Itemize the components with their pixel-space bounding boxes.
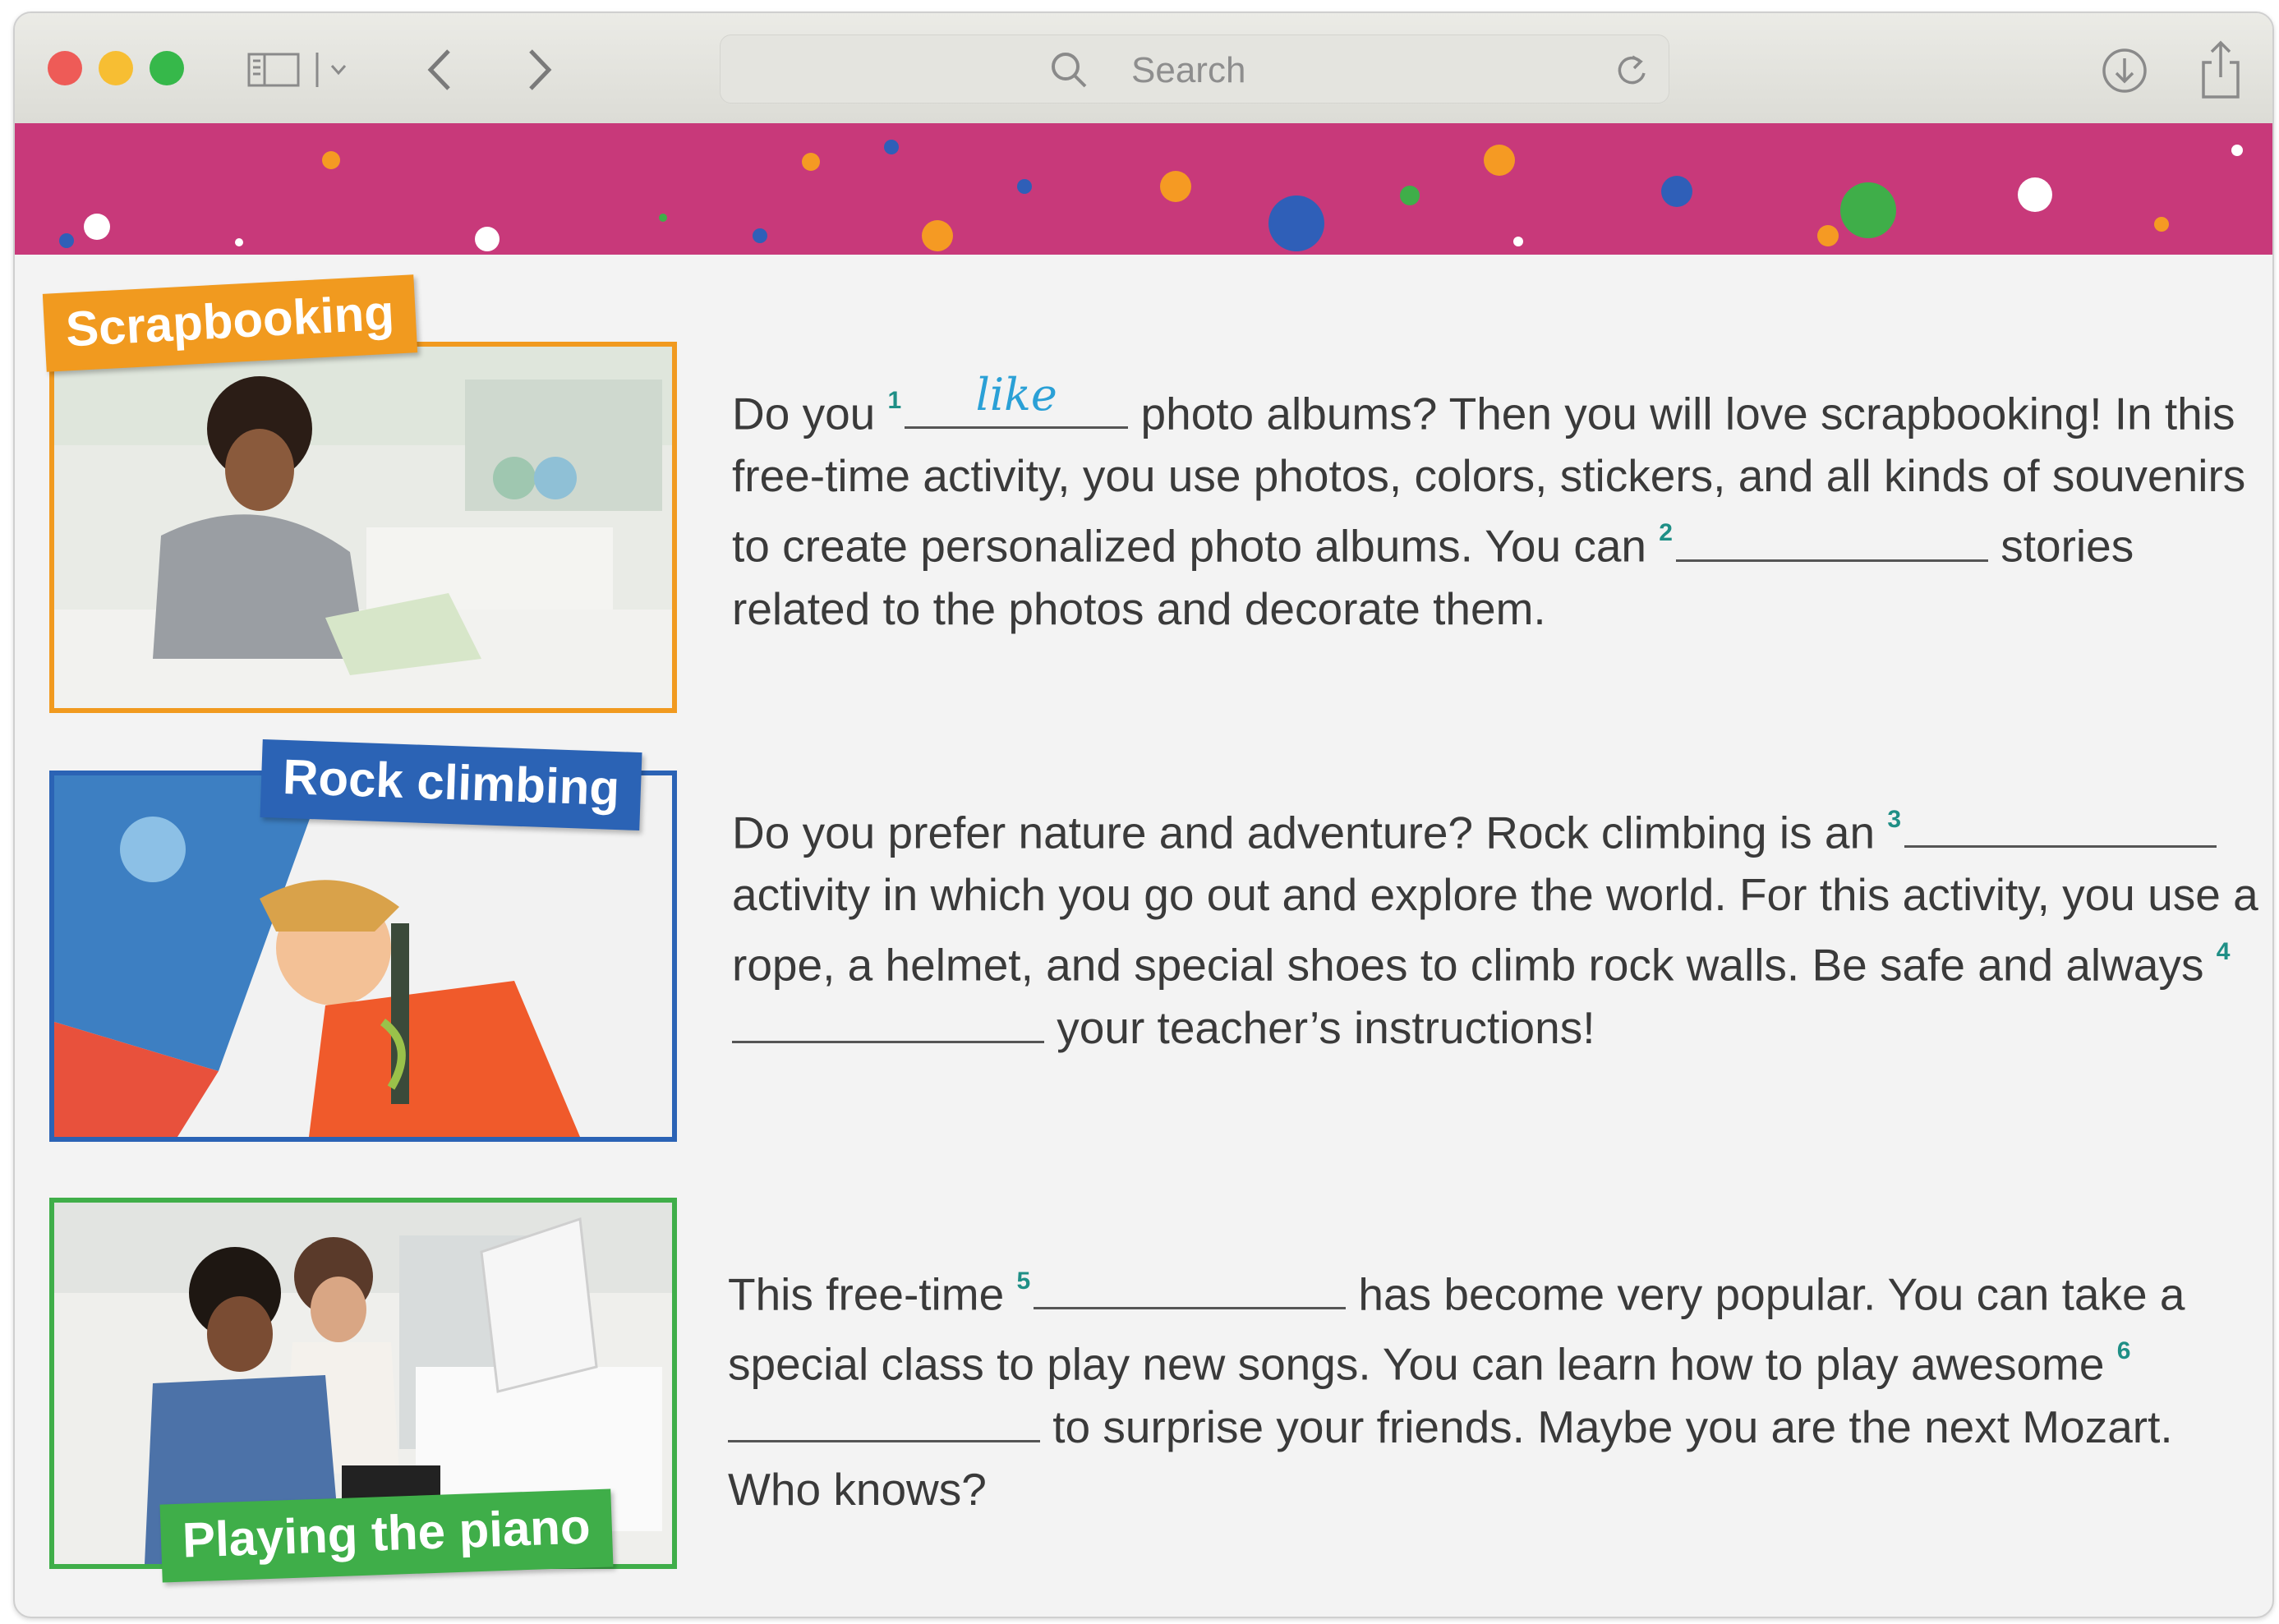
blank-number: 5 <box>1016 1267 1031 1295</box>
piano-label: Playing the piano <box>159 1488 614 1583</box>
piano-paragraph: This free-time 5 has become very popular… <box>728 1255 2256 1520</box>
answer-blank-4[interactable] <box>732 1000 1044 1043</box>
confetti-banner <box>15 123 2272 255</box>
forward-arrow-icon[interactable] <box>523 48 555 92</box>
answer-blank-2[interactable] <box>1675 518 1988 562</box>
search-placeholder: Search <box>1131 50 1246 90</box>
download-icon[interactable] <box>2100 46 2149 95</box>
blank-number: 2 <box>1659 519 1673 547</box>
reload-icon[interactable] <box>1614 52 1651 88</box>
sidebar-toggle-icon[interactable] <box>246 51 361 87</box>
share-icon[interactable] <box>2198 38 2243 100</box>
scrapbooking-photo <box>49 342 677 713</box>
zoom-window-button[interactable] <box>150 51 184 85</box>
answer-blank-6[interactable] <box>728 1399 1040 1442</box>
blank-number: 6 <box>2116 1337 2131 1365</box>
answer-blank-5[interactable] <box>1034 1266 1347 1310</box>
blank-number: 1 <box>887 387 902 414</box>
rock-climbing-paragraph: Do you prefer nature and adventure? Rock… <box>732 794 2260 1059</box>
back-arrow-icon[interactable] <box>424 48 457 92</box>
answer-blank-3[interactable] <box>1904 804 2217 849</box>
search-bar[interactable]: Search <box>720 35 1669 104</box>
paragraph-text: Do you prefer nature and adventure? Rock… <box>732 807 1888 858</box>
paragraph-text: your teacher’s instructions! <box>1044 1001 1595 1053</box>
close-window-button[interactable] <box>48 51 82 85</box>
paragraph-text: Do you <box>732 388 888 439</box>
rock-climbing-label: Rock climbing <box>260 738 642 831</box>
paragraph-text: This free-time <box>728 1268 1017 1320</box>
search-icon <box>1052 53 1087 88</box>
answer-text: like <box>975 369 1057 421</box>
rock-climbing-image <box>54 775 672 1137</box>
blank-number: 3 <box>1887 806 1902 833</box>
paragraph-text: activity in which you go out and explore… <box>732 869 2258 991</box>
answer-blank-1[interactable]: like <box>905 369 1129 430</box>
scrapbooking-paragraph: Do you 1 like photo albums? Then you will… <box>732 369 2260 640</box>
blank-number: 4 <box>2216 938 2231 966</box>
browser-toolbar: Search <box>15 13 2272 125</box>
scrapbooking-image <box>54 347 672 708</box>
minimize-window-button[interactable] <box>99 51 133 85</box>
browser-window: Search Scrapbooking Do you 1 like photo … <box>13 12 2274 1618</box>
